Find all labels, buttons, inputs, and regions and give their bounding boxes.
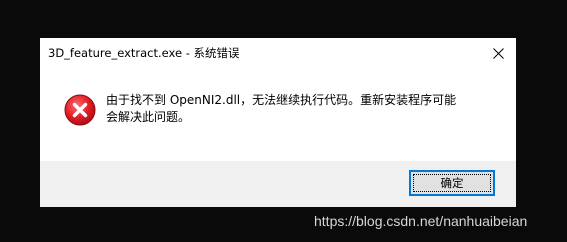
error-message: 由于找不到 OpenNI2.dll，无法继续执行代码。重新安装程序可能会解决此问… — [106, 93, 457, 124]
button-bar: 确定 — [40, 161, 516, 207]
ok-button[interactable]: 确定 — [409, 170, 495, 196]
dialog-title: 3D_feature_extract.exe - 系统错误 — [48, 46, 240, 60]
title-bar[interactable]: 3D_feature_extract.exe - 系统错误 — [40, 38, 516, 68]
watermark-text: https://blog.csdn.net/nanhuaibeian — [314, 213, 528, 229]
ok-button-label: 确定 — [440, 176, 464, 190]
error-dialog: 3D_feature_extract.exe - 系统错误 由于找不到 Open… — [40, 38, 516, 207]
close-button[interactable] — [480, 38, 516, 68]
dialog-body: 由于找不到 OpenNI2.dll，无法继续执行代码。重新安装程序可能会解决此问… — [40, 68, 516, 161]
error-icon — [64, 94, 96, 126]
close-icon — [492, 47, 504, 59]
